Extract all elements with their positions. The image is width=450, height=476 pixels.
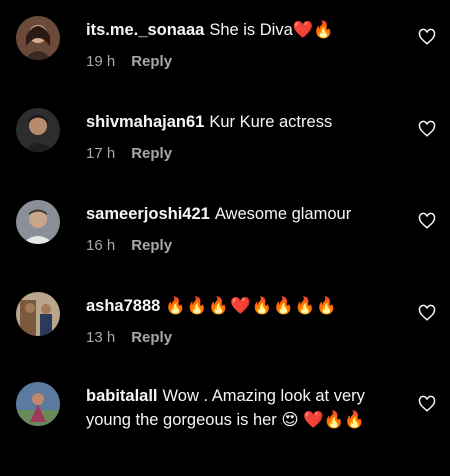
avatar[interactable] xyxy=(16,292,60,336)
comment-text-line: babitalall Wow . Amazing look at very you… xyxy=(86,384,391,432)
comment-text: She is Diva❤️🔥 xyxy=(209,21,334,39)
reply-button[interactable]: Reply xyxy=(131,237,172,254)
reply-button[interactable]: Reply xyxy=(131,145,172,162)
heart-outline-icon[interactable] xyxy=(418,28,436,46)
comment-body: asha7888 🔥🔥🔥❤️🔥🔥🔥🔥 13 h Reply xyxy=(86,294,391,346)
comment-text-line: shivmahajan61 Kur Kure actress xyxy=(86,110,391,134)
comment-text-line: its.me._sonaaa She is Diva❤️🔥 xyxy=(86,18,391,42)
comment-body: shivmahajan61 Kur Kure actress 17 h Reply xyxy=(86,110,391,162)
comment-meta: 16 h Reply xyxy=(86,237,391,254)
comment-username[interactable]: shivmahajan61 xyxy=(86,113,204,131)
comment-time: 19 h xyxy=(86,53,116,70)
reply-button[interactable]: Reply xyxy=(131,329,172,346)
comment-time: 17 h xyxy=(86,145,116,162)
comment-time: 13 h xyxy=(86,329,116,346)
avatar[interactable] xyxy=(16,16,60,60)
comment-text-line: asha7888 🔥🔥🔥❤️🔥🔥🔥🔥 xyxy=(86,294,391,318)
comment-text: Awesome glamour xyxy=(214,205,352,223)
comment-body: babitalall Wow . Amazing look at very you… xyxy=(86,384,391,432)
heart-outline-icon[interactable] xyxy=(418,395,436,413)
reply-button[interactable]: Reply xyxy=(131,53,172,70)
comment-time: 16 h xyxy=(86,237,116,254)
avatar[interactable] xyxy=(16,382,60,426)
comment-meta: 17 h Reply xyxy=(86,145,391,162)
comment-username[interactable]: babitalall xyxy=(86,387,158,405)
comment-text-line: sameerjoshi421 Awesome glamour xyxy=(86,202,391,226)
comment-body: its.me._sonaaa She is Diva❤️🔥 19 h Reply xyxy=(86,18,391,70)
comment-username[interactable]: its.me._sonaaa xyxy=(86,21,204,39)
heart-outline-icon[interactable] xyxy=(418,120,436,138)
comment-meta: 13 h Reply xyxy=(86,329,391,346)
comment-body: sameerjoshi421 Awesome glamour 16 h Reply xyxy=(86,202,391,254)
comment-text: Kur Kure actress xyxy=(209,113,333,131)
comment-username[interactable]: sameerjoshi421 xyxy=(86,205,210,223)
comment-text: 🔥🔥🔥❤️🔥🔥🔥🔥 xyxy=(165,297,338,315)
comment-username[interactable]: asha7888 xyxy=(86,297,160,315)
avatar[interactable] xyxy=(16,200,60,244)
heart-outline-icon[interactable] xyxy=(418,304,436,322)
comment-meta: 19 h Reply xyxy=(86,53,391,70)
heart-outline-icon[interactable] xyxy=(418,212,436,230)
avatar[interactable] xyxy=(16,108,60,152)
